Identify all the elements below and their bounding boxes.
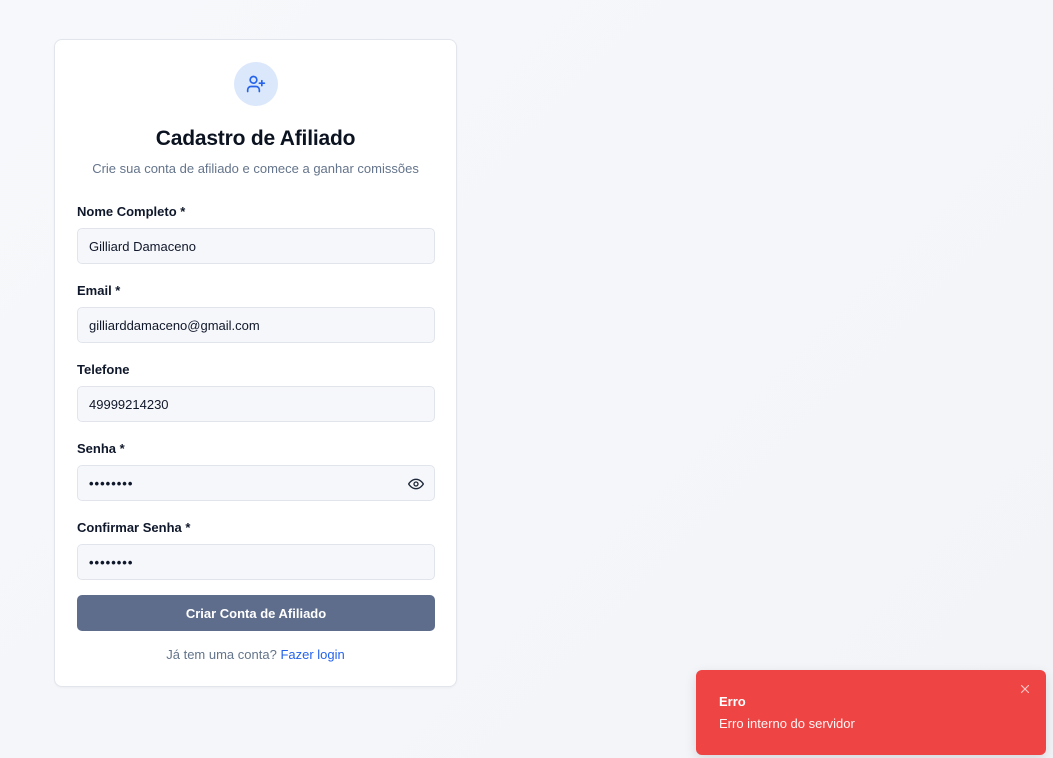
eye-icon[interactable] xyxy=(408,476,424,492)
create-account-button[interactable]: Criar Conta de Afiliado xyxy=(77,595,435,631)
login-prompt: Já tem uma conta? xyxy=(166,647,277,662)
password-value: •••••••• xyxy=(89,475,134,491)
signup-card: Cadastro de Afiliado Crie sua conta de a… xyxy=(54,39,457,687)
password-label: Senha * xyxy=(77,441,125,456)
confirm-password-value: •••••••• xyxy=(89,554,134,570)
name-input[interactable]: Gilliard Damaceno xyxy=(77,228,435,264)
password-input[interactable]: •••••••• xyxy=(77,465,435,501)
user-plus-icon xyxy=(234,62,278,106)
phone-input[interactable]: 49999214230 xyxy=(77,386,435,422)
email-label: Email * xyxy=(77,283,121,298)
page-subtitle: Crie sua conta de afiliado e comece a ga… xyxy=(92,161,419,176)
name-value: Gilliard Damaceno xyxy=(89,238,196,254)
email-input[interactable]: gilliarddamaceno@gmail.com xyxy=(77,307,435,343)
name-label: Nome Completo * xyxy=(77,204,186,219)
toast-message: Erro interno do servidor xyxy=(719,716,855,731)
phone-label: Telefone xyxy=(77,362,130,377)
confirm-password-input[interactable]: •••••••• xyxy=(77,544,435,580)
confirm-password-label: Confirmar Senha * xyxy=(77,520,191,535)
page-title: Cadastro de Afiliado xyxy=(155,127,356,150)
email-value: gilliarddamaceno@gmail.com xyxy=(89,317,260,333)
phone-value: 49999214230 xyxy=(89,396,169,412)
error-toast: Erro Erro interno do servidor xyxy=(696,670,1046,755)
login-link[interactable]: Fazer login xyxy=(280,647,344,662)
close-icon[interactable] xyxy=(1018,682,1032,696)
login-prompt-line: Já tem uma conta? Fazer login xyxy=(55,647,456,662)
toast-title: Erro xyxy=(719,694,746,709)
